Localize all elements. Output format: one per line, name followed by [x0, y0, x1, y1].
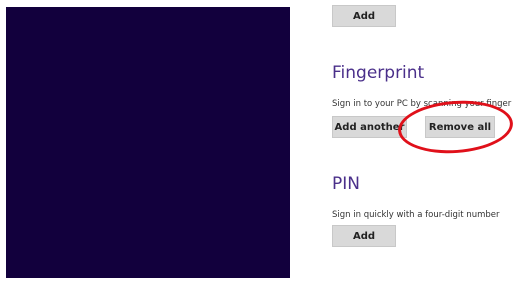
pin-description: Sign in quickly with a four-digit number [332, 210, 500, 220]
add-button-top[interactable]: Add [332, 5, 396, 27]
fingerprint-heading: Fingerprint [332, 63, 425, 83]
remove-all-fingerprints-button[interactable]: Remove all [425, 116, 495, 138]
settings-screen: Add Fingerprint Sign in to your PC by sc… [0, 0, 514, 281]
left-panel [6, 7, 290, 278]
fingerprint-description: Sign in to your PC by scanning your fing… [332, 99, 512, 109]
add-pin-button[interactable]: Add [332, 225, 396, 247]
add-another-fingerprint-button[interactable]: Add another [332, 116, 407, 138]
pin-heading: PIN [332, 174, 360, 194]
